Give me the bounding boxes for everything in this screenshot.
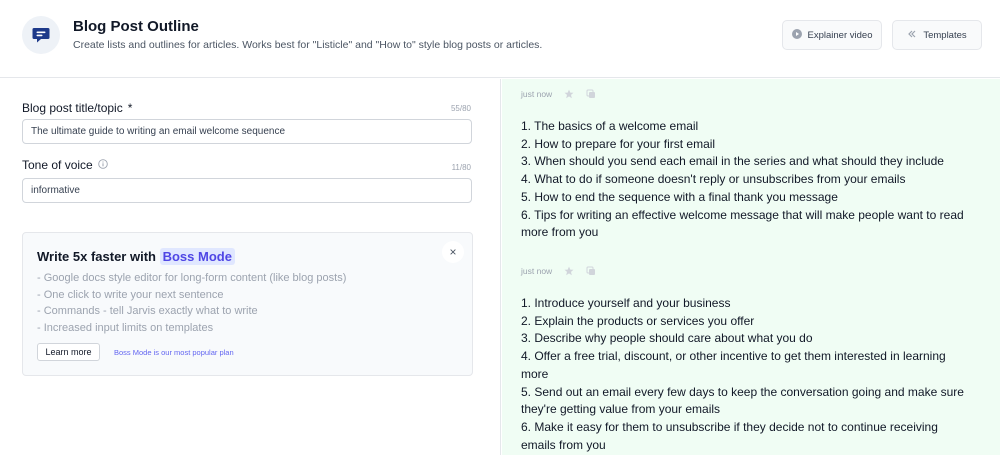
result-line: 5. How to end the sequence with a final …	[521, 189, 838, 204]
boss-mode-promo: Write 5x faster with Boss Mode × - Googl…	[22, 232, 473, 376]
page-subtitle: Create lists and outlines for articles. …	[73, 39, 543, 51]
result-timestamp: just now	[521, 89, 553, 99]
result-line: 1. Introduce yourself and your business	[521, 296, 731, 310]
explainer-video-label: Explainer video	[807, 29, 873, 41]
copy-icon[interactable]	[586, 89, 596, 99]
result-text: 1. The basics of a welcome email 2. How …	[521, 118, 964, 242]
result-text: 1. Introduce yourself and your business …	[521, 295, 964, 454]
page-title: Blog Post Outline	[73, 18, 199, 35]
input-panel: Blog post title/topic * 55/80 The ultima…	[0, 79, 501, 455]
popular-plan-note: Boss Mode is our most popular plan	[114, 348, 234, 357]
promo-feature: - Increased input limits on templates	[37, 321, 214, 334]
copy-icon[interactable]	[586, 266, 596, 276]
title-field-label: Blog post title/topic *	[22, 101, 133, 115]
result-line: 3. Describe why people should care about…	[521, 331, 813, 346]
result-card: just now 1. Introduce yourself and your …	[521, 264, 964, 454]
tone-field-label: Tone of voice	[22, 158, 108, 172]
star-icon[interactable]	[564, 89, 574, 99]
info-icon[interactable]	[97, 158, 108, 172]
tone-input[interactable]: informative	[22, 178, 472, 203]
play-circle-icon	[791, 28, 802, 42]
result-timestamp: just now	[521, 266, 553, 276]
chevrons-left-icon	[907, 29, 917, 42]
result-line: 3. When should you send each email in th…	[521, 154, 944, 169]
result-line: 5. Send out an email every few days to k…	[521, 384, 964, 399]
result-line: emails from you	[521, 437, 606, 452]
promo-title: Write 5x faster with Boss Mode	[37, 248, 235, 265]
results-panel: just now 1. The basics of a welcome emai…	[502, 79, 1000, 455]
result-line: 2. Explain the products or services you …	[521, 313, 755, 328]
promo-feature: - Commands - tell Jarvis exactly what to…	[37, 305, 258, 317]
learn-more-button[interactable]: Learn more	[37, 343, 100, 361]
result-line: 1. The basics of a welcome email	[521, 119, 699, 133]
result-line: more	[521, 366, 549, 381]
promo-feature: - One click to write your next sentence	[37, 288, 224, 301]
result-line: 4. Offer a free trial, discount, or othe…	[521, 349, 946, 364]
result-card: just now 1. The basics of a welcome emai…	[521, 87, 964, 242]
page-header: Blog Post Outline Create lists and outli…	[0, 0, 1000, 78]
title-input[interactable]: The ultimate guide to writing an email w…	[22, 119, 472, 144]
result-line: 6. Make it easy for them to unsubscribe …	[521, 419, 938, 434]
result-line: they're getting value from your emails	[521, 402, 721, 417]
tone-field-counter: 11/80	[451, 163, 471, 172]
close-icon[interactable]: ×	[442, 241, 464, 263]
chat-bubble-icon	[22, 16, 60, 54]
result-line: 2. How to prepare for your first email	[521, 136, 716, 151]
templates-button[interactable]: Templates	[892, 20, 982, 50]
required-mark: *	[127, 101, 133, 115]
templates-label: Templates	[923, 29, 967, 41]
explainer-video-button[interactable]: Explainer video	[782, 20, 882, 50]
result-meta: just now	[521, 87, 964, 101]
title-field-counter: 55/80	[450, 104, 471, 113]
result-meta: just now	[521, 264, 964, 278]
star-icon[interactable]	[564, 266, 574, 276]
promo-feature: - Google docs style editor for long-form…	[37, 272, 347, 284]
promo-feature-list: - Google docs style editor for long-form…	[37, 270, 346, 336]
boss-mode-highlight: Boss Mode	[159, 248, 235, 265]
result-line: 4. What to do if someone doesn't reply o…	[521, 172, 906, 187]
result-line: 6. Tips for writing an effective welcome…	[521, 207, 964, 222]
result-line: more from you	[521, 225, 599, 240]
